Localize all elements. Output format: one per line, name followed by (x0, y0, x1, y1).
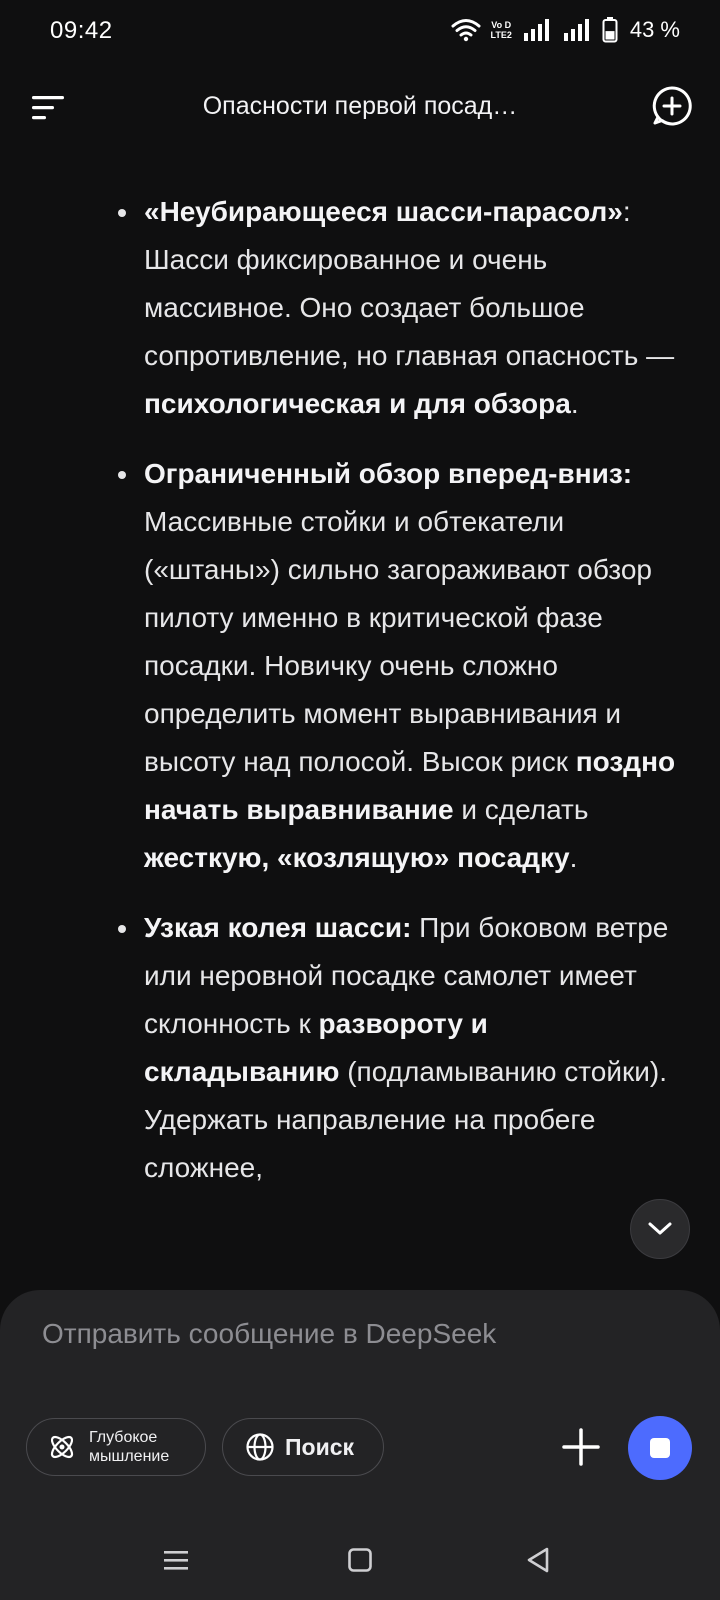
home-icon (348, 1548, 372, 1572)
new-chat-button[interactable] (650, 84, 694, 128)
list-item: «Неубирающееся шасси-парасол»: Шасси фик… (0, 188, 720, 428)
home-button[interactable] (340, 1540, 380, 1580)
battery-percent: 43 % (629, 17, 680, 42)
stop-generation-button[interactable] (628, 1416, 692, 1480)
deep-think-label-line1: Глубокое (89, 1429, 158, 1446)
text: Массивные стойки и обтекатели («штаны») … (144, 506, 652, 777)
bold-text: психологическая и для обзора (144, 388, 571, 419)
back-button[interactable] (518, 1540, 558, 1580)
deep-think-label-line2: мышление (89, 1448, 170, 1465)
text: . (570, 388, 579, 419)
composer: Отправить сообщение в DeepSeek Глубокое … (0, 1290, 720, 1520)
bullet-list: «Неубирающееся шасси-парасол»: Шасси фик… (0, 188, 720, 1192)
battery-icon (602, 17, 618, 43)
screen: 09:42 Vo D LTE2 43 % Опасности первой по… (0, 0, 720, 1600)
chevron-down-icon (648, 1222, 672, 1235)
bold-text: жесткую, «козлящую» посадку (144, 842, 570, 873)
app-bar: Опасности первой посад… (0, 72, 720, 144)
bullet-dot (118, 471, 126, 479)
signal-strength-icon (523, 19, 549, 41)
system-nav-bar (0, 1520, 720, 1600)
back-icon (527, 1547, 549, 1573)
plus-icon (562, 1428, 600, 1466)
volte-bottom-text: LTE2 (490, 30, 512, 40)
list-item: Узкая колея шасси: При боковом ветре или… (0, 904, 720, 1192)
chat-title: Опасности первой посад… (202, 92, 518, 120)
deep-think-label: Глубокое мышление (89, 1428, 169, 1466)
bold-text: Узкая колея шасси: (144, 912, 412, 943)
status-bar: 09:42 Vo D LTE2 43 % (0, 0, 720, 64)
attach-button[interactable] (560, 1426, 602, 1468)
stop-icon (650, 1438, 670, 1458)
search-label: Поиск (285, 1433, 355, 1460)
volte-top-text: Vo D (491, 20, 512, 30)
status-time: 09:42 (50, 17, 113, 44)
signal-strength-icon-2 (563, 19, 589, 41)
list-item: Ограниченный обзор вперед-вниз: Массивны… (0, 450, 720, 882)
volte-indicator: Vo D LTE2 (491, 20, 512, 40)
atom-icon (50, 1435, 74, 1459)
text: . (569, 842, 578, 873)
bold-text: Ограниченный обзор вперед-вниз: (144, 458, 633, 489)
scroll-to-bottom-button[interactable] (630, 1199, 690, 1259)
globe-icon (246, 1433, 274, 1461)
deep-think-toggle[interactable]: Глубокое мышление (26, 1418, 206, 1476)
bullet-dot (118, 209, 126, 217)
text: и сделать (453, 794, 589, 825)
wifi-icon (451, 19, 480, 42)
assistant-message: «Неубирающееся шасси-парасол»: Шасси фик… (0, 188, 720, 1288)
bullet-dot (118, 925, 126, 933)
status-icons: Vo D LTE2 43 % (451, 17, 680, 43)
search-toggle[interactable]: Поиск (222, 1418, 384, 1476)
bold-text: «Неубирающееся шасси-парасол» (144, 196, 623, 227)
message-input[interactable]: Отправить сообщение в DeepSeek (42, 1318, 496, 1350)
recent-apps-icon (164, 1551, 188, 1570)
recent-apps-button[interactable] (156, 1540, 196, 1580)
new-chat-icon (652, 86, 692, 126)
